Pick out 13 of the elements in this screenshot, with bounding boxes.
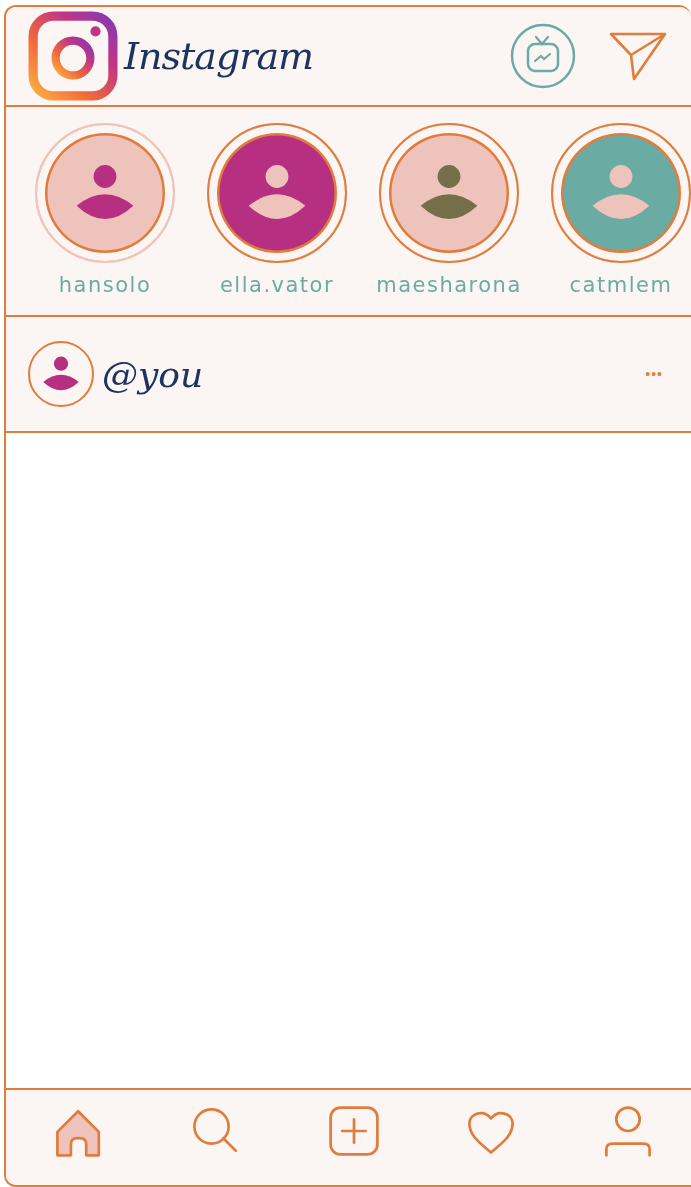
- instagram-logo-icon: [28, 11, 118, 101]
- send-icon[interactable]: [609, 30, 667, 82]
- more-button[interactable]: •••: [645, 366, 663, 382]
- post-username[interactable]: @you: [102, 353, 204, 395]
- tv-icon[interactable]: [509, 22, 577, 90]
- app-title: Instagram: [124, 34, 314, 78]
- story-username[interactable]: maesharona: [376, 273, 522, 297]
- story-username[interactable]: ella.vator: [219, 273, 335, 297]
- user-avatar[interactable]: [28, 341, 94, 407]
- person-icon: [41, 356, 81, 392]
- story-username[interactable]: hansolo: [58, 273, 152, 297]
- add-icon[interactable]: [326, 1103, 381, 1158]
- story-username[interactable]: catmlem: [569, 273, 673, 297]
